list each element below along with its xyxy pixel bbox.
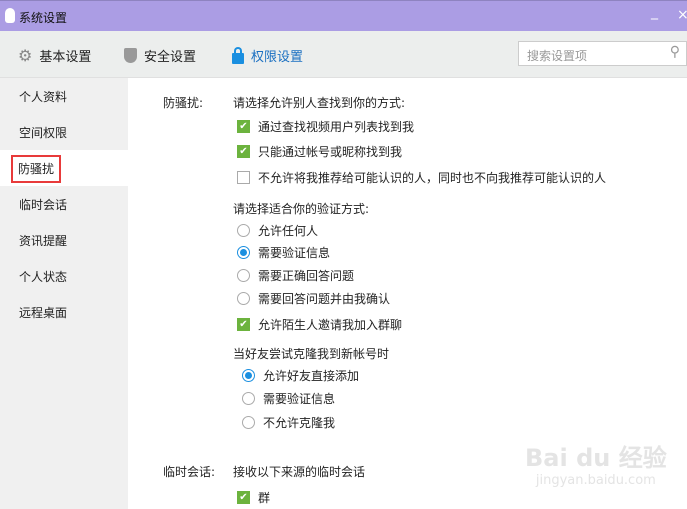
sidebar-item-news-alerts[interactable]: 资讯提醒 (0, 222, 128, 258)
sidebar-item-profile[interactable]: 个人资料 (0, 78, 128, 114)
search-input[interactable]: 搜索设置项 ⚲ (518, 41, 687, 66)
sidebar: 个人资料 空间权限 防骚扰 临时会话 资讯提醒 个人状态 远程桌面 (0, 78, 128, 509)
option-label: 需要正确回答问题 (258, 269, 355, 283)
option-label: 允许好友直接添加 (263, 369, 360, 383)
find-option[interactable]: ✔ 只能通过帐号或昵称找到我 (237, 143, 402, 160)
watermark-url: jingyan.baidu.com (535, 473, 656, 488)
option-label: 不允许克隆我 (263, 416, 336, 430)
option-label: 只能通过帐号或昵称找到我 (258, 145, 403, 159)
clone-option[interactable]: 需要验证信息 (242, 390, 335, 407)
radio-icon[interactable] (237, 292, 250, 305)
option-label: 需要验证信息 (263, 392, 336, 406)
lock-icon (232, 46, 244, 64)
verify-prompt: 请选择适合你的验证方式: (233, 202, 370, 216)
verify-option[interactable]: 需要回答问题并由我确认 (237, 290, 390, 307)
checkbox-checked-icon[interactable]: ✔ (237, 318, 250, 331)
radio-icon[interactable] (242, 416, 255, 429)
clone-option[interactable]: 不允许克隆我 (242, 414, 335, 431)
sidebar-item-anti-harassment[interactable]: 防骚扰 (0, 150, 128, 186)
tab-label: 基本设置 (39, 50, 92, 65)
sidebar-item-status[interactable]: 个人状态 (0, 258, 128, 294)
baidu-watermark: Bai du 经验 jingyan.baidu.com (525, 438, 667, 488)
radio-icon[interactable] (237, 269, 250, 282)
sidebar-item-remote-desktop[interactable]: 远程桌面 (0, 294, 128, 330)
checkbox-checked-icon[interactable]: ✔ (237, 491, 250, 504)
find-prompt: 请选择允许别人查找到你的方式: (233, 96, 406, 110)
sidebar-item-label: 资讯提醒 (19, 234, 68, 248)
sidebar-item-temp-session[interactable]: 临时会话 (0, 186, 128, 222)
checkbox-checked-icon[interactable]: ✔ (237, 120, 250, 133)
sidebar-item-label: 远程桌面 (19, 306, 68, 320)
radio-selected-icon[interactable] (237, 246, 250, 259)
sidebar-item-label: 个人状态 (19, 270, 68, 284)
sidebar-item-label: 空间权限 (19, 126, 68, 140)
sidebar-item-label: 临时会话 (19, 198, 68, 212)
watermark-brand: Bai du 经验 (525, 444, 667, 472)
tab-basic-settings[interactable]: ⚙ 基本设置 (18, 46, 91, 65)
verify-option[interactable]: 允许任何人 (237, 222, 318, 239)
group-invite-option[interactable]: ✔ 允许陌生人邀请我加入群聊 (237, 316, 402, 333)
section-label: 防骚扰: (163, 96, 204, 110)
option-label: 允许任何人 (258, 224, 319, 238)
tab-security-settings[interactable]: 安全设置 (124, 46, 196, 65)
tab-label: 权限设置 (251, 50, 304, 65)
radio-selected-icon[interactable] (242, 369, 255, 382)
minimize-button[interactable]: _ (651, 4, 658, 20)
option-label: 允许陌生人邀请我加入群聊 (258, 318, 403, 332)
toolbar: ⚙ 基本设置 安全设置 权限设置 搜索设置项 ⚲ (0, 31, 687, 78)
tab-label: 安全设置 (144, 50, 197, 65)
gear-icon: ⚙ (18, 46, 33, 65)
option-label: 需要回答问题并由我确认 (258, 292, 391, 306)
search-icon[interactable]: ⚲ (670, 44, 680, 60)
option-label: 群 (258, 491, 271, 505)
find-option[interactable]: ✔ 通过查找视频用户列表找到我 (237, 118, 414, 135)
clone-option[interactable]: 允许好友直接添加 (242, 367, 359, 384)
title-bar: 系统设置 _ × (0, 0, 687, 31)
clone-prompt: 当好友尝试克隆我到新帐号时 (233, 347, 390, 361)
temp-session-label: 临时会话: (163, 465, 216, 479)
radio-icon[interactable] (242, 392, 255, 405)
window-title: 系统设置 (19, 11, 68, 25)
radio-icon[interactable] (237, 224, 250, 237)
temp-option-group[interactable]: ✔ 群 (237, 489, 270, 506)
search-placeholder: 搜索设置项 (527, 49, 588, 63)
sidebar-item-label: 个人资料 (19, 90, 68, 104)
verify-option[interactable]: 需要正确回答问题 (237, 267, 354, 284)
temp-session-prompt: 接收以下来源的临时会话 (233, 465, 366, 479)
checkbox-icon[interactable] (237, 171, 250, 184)
find-option[interactable]: 不允许将我推荐给可能认识的人，同时也不向我推荐可能认识的人 (237, 169, 606, 186)
option-label: 通过查找视频用户列表找到我 (258, 120, 415, 134)
option-label: 不允许将我推荐给可能认识的人，同时也不向我推荐可能认识的人 (258, 171, 607, 185)
close-button[interactable]: × (677, 7, 687, 23)
verify-option[interactable]: 需要验证信息 (237, 244, 330, 261)
sidebar-item-space-permission[interactable]: 空间权限 (0, 114, 128, 150)
option-label: 需要验证信息 (258, 246, 331, 260)
checkbox-checked-icon[interactable]: ✔ (237, 145, 250, 158)
qq-penguin-icon (5, 8, 15, 23)
shield-icon (124, 48, 137, 63)
tab-permission-settings[interactable]: 权限设置 (232, 46, 303, 65)
sidebar-item-label: 防骚扰 (11, 155, 62, 183)
